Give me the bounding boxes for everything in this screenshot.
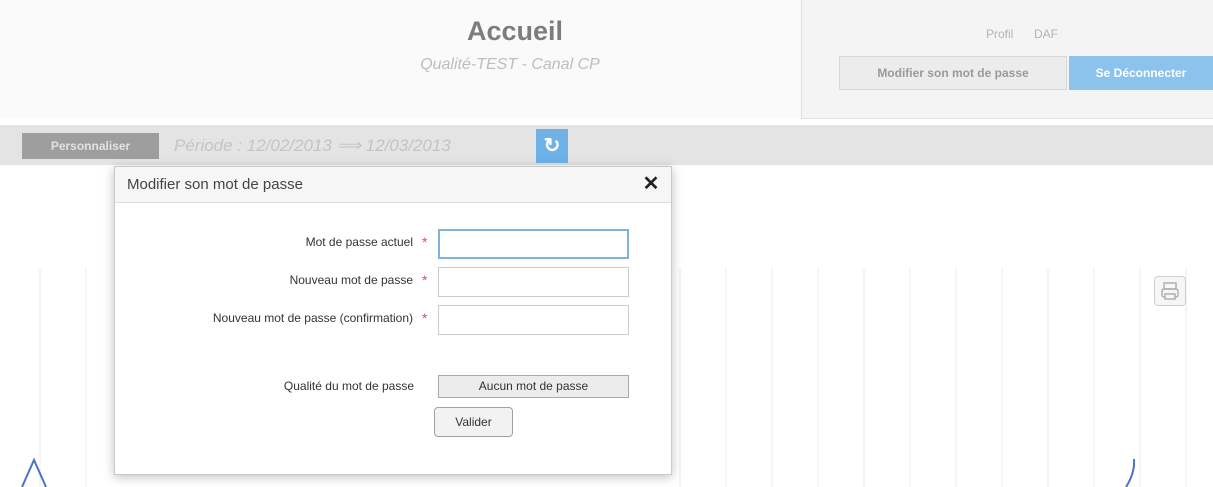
print-icon: [1161, 282, 1179, 300]
chart-line-fragment: [21, 457, 47, 487]
required-marker: *: [422, 310, 428, 326]
dialog-title: Modifier son mot de passe: [127, 176, 303, 193]
password-strength-label: Qualité du mot de passe: [283, 379, 414, 393]
chart-line-fragment: [1125, 458, 1136, 487]
print-button[interactable]: [1154, 276, 1186, 306]
personalize-button[interactable]: Personnaliser: [22, 133, 159, 159]
close-icon[interactable]: ✕: [639, 172, 663, 196]
page-subtitle: Qualité-TEST - Canal CP: [420, 56, 600, 73]
page-title: Accueil: [466, 16, 564, 46]
change-password-dialog: Modifier son mot de passe ✕ Mot de passe…: [114, 166, 672, 475]
refresh-button[interactable]: ↻: [536, 129, 568, 163]
current-password-input[interactable]: [438, 229, 629, 259]
new-password-input[interactable]: [438, 267, 629, 297]
submit-button[interactable]: Valider: [434, 407, 513, 437]
current-password-label: Mot de passe actuel: [305, 235, 413, 249]
logout-button[interactable]: Se Déconnecter: [1069, 56, 1213, 90]
dialog-header: Modifier son mot de passe ✕: [115, 167, 671, 203]
confirm-password-label: Nouveau mot de passe (confirmation): [212, 311, 413, 325]
required-marker: *: [422, 272, 428, 288]
change-password-button[interactable]: Modifier son mot de passe: [839, 56, 1067, 90]
profile-value: DAF: [1034, 27, 1058, 41]
new-password-label: Nouveau mot de passe: [289, 273, 413, 287]
password-strength-indicator: Aucun mot de passe: [438, 375, 629, 398]
refresh-icon: ↻: [543, 135, 561, 157]
required-marker: *: [422, 234, 428, 250]
profile-label: Profil: [986, 27, 1014, 41]
confirm-password-input[interactable]: [438, 305, 629, 335]
period-range: Période : 12/02/2013 ⟹ 12/03/2013: [174, 136, 451, 155]
